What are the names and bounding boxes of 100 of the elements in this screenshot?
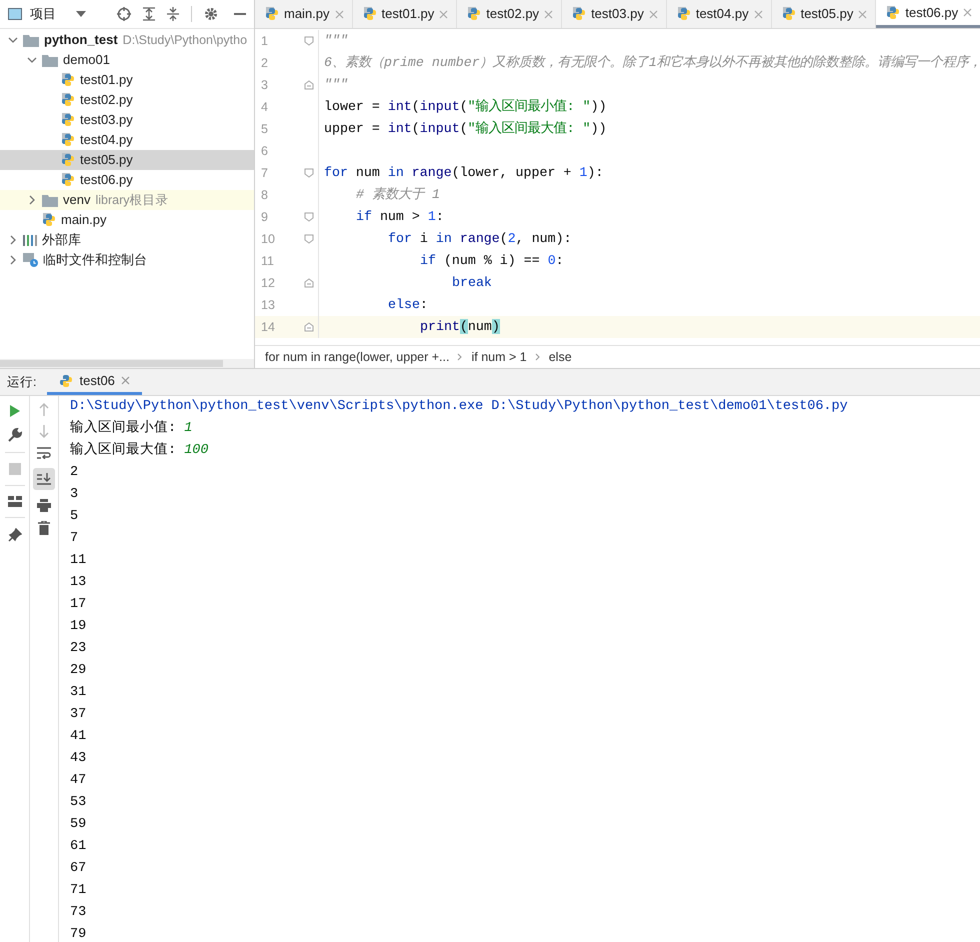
- run-label: 运行:: [6, 374, 38, 391]
- fold-marker-icon[interactable]: [304, 168, 314, 178]
- code-line: for i in range(2, num):: [388, 230, 572, 248]
- pin-icon[interactable]: [8, 528, 22, 542]
- scroll-to-end-button[interactable]: [33, 468, 55, 490]
- python-file-icon: [61, 133, 75, 147]
- console-line: 输入区间最小值: 1: [70, 418, 194, 438]
- console-line: 37: [70, 706, 88, 724]
- editor-tab[interactable]: test04.py: [666, 0, 772, 28]
- python-file-icon: [886, 6, 900, 20]
- python-file-icon: [572, 7, 586, 21]
- code-line: for num in range(lower, upper + 1):: [324, 164, 604, 182]
- folder-icon: [42, 53, 58, 67]
- folder-icon: [42, 193, 58, 207]
- dropdown-caret-icon[interactable]: [76, 11, 86, 17]
- wrench-icon[interactable]: [8, 428, 22, 442]
- python-file-icon: [61, 93, 75, 107]
- editor-tab[interactable]: test03.py: [562, 0, 667, 28]
- item-label: demo01: [63, 51, 110, 70]
- item-label: venv: [63, 191, 90, 210]
- console-line: 输入区间最大值: 100: [70, 440, 210, 460]
- console-line: 67: [70, 860, 88, 878]
- console-line: 23: [70, 640, 88, 658]
- editor-tab[interactable]: test01.py: [352, 0, 458, 28]
- chevron-right-icon[interactable]: [27, 195, 37, 205]
- soft-wrap-icon[interactable]: [37, 447, 51, 459]
- editor-tab[interactable]: test06.py: [876, 0, 980, 28]
- item-label: python_test: [44, 31, 118, 50]
- python-file-icon: [61, 73, 75, 87]
- down-arrow-icon[interactable]: [39, 425, 49, 438]
- console-line: 17: [70, 596, 88, 614]
- console-line: 41: [70, 728, 88, 746]
- tree-item[interactable]: venv library根目录: [0, 190, 254, 210]
- console-line: D:\Study\Python\python_test\venv\Scripts\python.exe D:\Study\Python\python_test\demo01\test06.py: [70, 398, 849, 416]
- layout-icon[interactable]: [8, 496, 22, 507]
- fold-marker-icon[interactable]: [304, 36, 314, 46]
- close-icon[interactable]: [120, 376, 130, 385]
- settings-icon[interactable]: [204, 7, 218, 21]
- trash-icon[interactable]: [38, 521, 50, 535]
- fold-marker-icon[interactable]: [304, 234, 314, 244]
- close-icon[interactable]: [439, 10, 448, 18]
- scratch-console-icon: [23, 253, 38, 267]
- fold-marker-icon[interactable]: [304, 278, 314, 288]
- python-icon: [59, 374, 74, 388]
- code-line: """: [324, 32, 348, 50]
- console-line: 3: [70, 486, 80, 504]
- close-icon[interactable]: [544, 10, 554, 18]
- stop-icon[interactable]: [8, 463, 20, 475]
- tree-item[interactable]: test04.py: [0, 130, 254, 150]
- close-icon[interactable]: [858, 10, 868, 18]
- console-line: 73: [70, 904, 88, 922]
- up-arrow-icon[interactable]: [39, 403, 49, 416]
- chevron-right-icon: [457, 353, 464, 361]
- editor-tab[interactable]: test02.py: [457, 0, 562, 28]
- console-line: 7: [70, 530, 80, 548]
- console-line: 19: [70, 618, 88, 636]
- python-file-icon: [42, 213, 56, 227]
- collapse-all-icon[interactable]: [167, 7, 179, 21]
- code-line: break: [452, 274, 492, 292]
- tree-item[interactable]: test02.py: [0, 90, 254, 110]
- console-line: 13: [70, 574, 88, 592]
- item-label: test01.py: [80, 71, 133, 90]
- expand-all-icon[interactable]: [143, 7, 155, 21]
- breadcrumb[interactable]: if num > 1: [471, 348, 527, 366]
- tree-item[interactable]: test05.py: [0, 150, 254, 170]
- breadcrumb[interactable]: for num in range(lower, upper +...: [265, 348, 450, 366]
- tree-item[interactable]: demo01: [0, 50, 254, 70]
- tree-item[interactable]: test01.py: [0, 70, 254, 90]
- run-tab[interactable]: test06: [47, 369, 142, 395]
- console-line: 79: [70, 926, 88, 942]
- code-line: upper = int(input("输入区间最大值: ")): [324, 120, 607, 138]
- python-file-icon: [782, 7, 796, 21]
- run-icon[interactable]: [8, 404, 20, 418]
- close-icon[interactable]: [648, 10, 658, 18]
- console-line: 61: [70, 838, 88, 856]
- code-line: 6、素数（prime number）又称质数，有无限个。除了1和它本身以外不再被其他的除数整除。请编写一个程序，: [324, 54, 980, 72]
- panel-title[interactable]: 项目: [30, 4, 56, 24]
- console-line: 29: [70, 662, 88, 680]
- locate-icon[interactable]: [117, 7, 131, 21]
- horizontal-scrollbar[interactable]: [0, 359, 254, 368]
- editor-tab[interactable]: main.py: [255, 0, 353, 28]
- tree-item[interactable]: 临时文件和控制台: [0, 250, 254, 270]
- item-label: test02.py: [80, 91, 133, 110]
- tree-item[interactable]: test03.py: [0, 110, 254, 130]
- close-icon[interactable]: [334, 10, 344, 18]
- fold-marker-icon[interactable]: [304, 212, 314, 222]
- fold-marker-icon[interactable]: [304, 322, 314, 332]
- close-icon[interactable]: [754, 10, 763, 18]
- breadcrumb[interactable]: else: [548, 348, 572, 366]
- python-file-icon: [467, 7, 482, 21]
- tree-item[interactable]: main.py: [0, 210, 254, 230]
- tree-item[interactable]: test06.py: [0, 170, 254, 190]
- tree-item[interactable]: python_test D:\Study\Python\pytho: [0, 30, 254, 50]
- code-line: if num > 1:: [356, 208, 444, 226]
- fold-marker-icon[interactable]: [304, 80, 314, 90]
- print-icon[interactable]: [37, 499, 51, 512]
- tree-item[interactable]: 外部库: [0, 230, 254, 250]
- close-icon[interactable]: [963, 8, 972, 17]
- console-line: 11: [70, 552, 88, 570]
- item-label: test03.py: [80, 111, 133, 130]
